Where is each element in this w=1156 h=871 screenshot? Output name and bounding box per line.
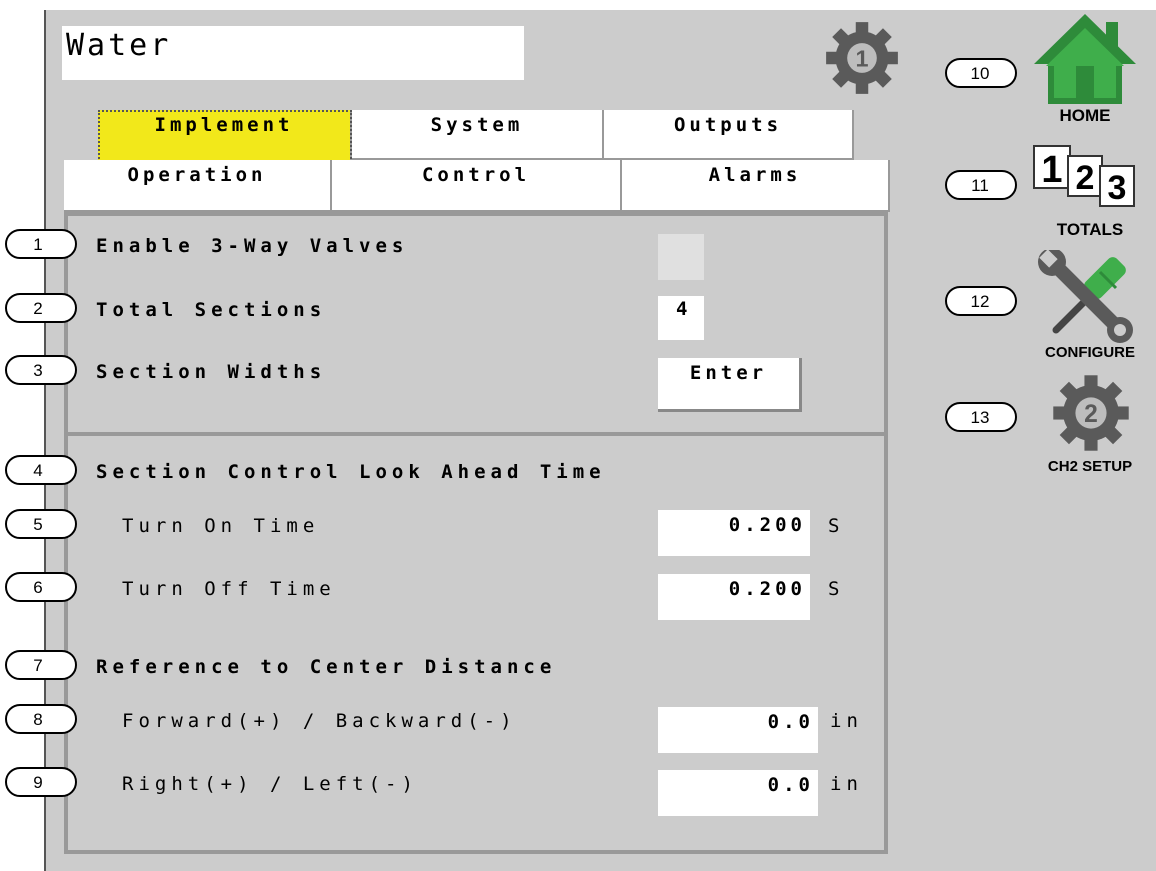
svg-text:1: 1 (1041, 149, 1062, 191)
svg-text:9: 9 (33, 773, 42, 792)
page-title: Water (62, 26, 524, 80)
total-sections-field[interactable]: 4 (658, 296, 704, 340)
channel-2-gear-icon: 2 (1053, 375, 1129, 451)
tab-outputs-label: Outputs (673, 114, 783, 136)
tab-operation-label: Operation (127, 164, 267, 186)
right-left-label: Right(+) / Left(-) (122, 773, 418, 795)
right-left-unit: in (830, 773, 863, 795)
enable-3way-checkbox[interactable] (658, 234, 704, 280)
callout-13: 13 (945, 402, 1017, 432)
section-widths-label: Section Widths (96, 361, 327, 383)
svg-text:10: 10 (971, 64, 990, 83)
callout-4: 4 (5, 455, 77, 485)
turn-on-time-field[interactable]: 0.200 (658, 510, 810, 556)
svg-text:12: 12 (971, 292, 990, 311)
tab-control[interactable]: Control (332, 160, 622, 212)
tab-operation[interactable]: Operation (64, 160, 332, 212)
svg-text:5: 5 (33, 515, 42, 534)
svg-text:3: 3 (33, 361, 42, 380)
tab-implement[interactable]: Implement (98, 110, 352, 162)
callout-3: 3 (5, 355, 77, 385)
svg-text:13: 13 (971, 408, 990, 427)
tab-control-label: Control (421, 164, 531, 186)
totals-123-icon: 1 2 3 (1033, 145, 1135, 207)
tab-outputs[interactable]: Outputs (604, 110, 854, 160)
turn-off-time-field[interactable]: 0.200 (658, 574, 810, 620)
turn-on-time-value: 0.200 (728, 514, 806, 536)
callout-12: 12 (945, 286, 1017, 316)
callout-8: 8 (5, 704, 77, 734)
total-sections-value: 4 (676, 298, 692, 320)
look-ahead-heading: Section Control Look Ahead Time (96, 461, 606, 483)
section-widths-enter-button[interactable]: Enter (658, 358, 802, 412)
configure-button[interactable]: CONFIGURE (1030, 250, 1150, 366)
turn-on-time-unit: S (828, 515, 845, 537)
home-label: HOME (1059, 106, 1111, 125)
tab-system[interactable]: System (352, 110, 604, 160)
configure-label: CONFIGURE (1045, 344, 1135, 361)
tab-alarms-label: Alarms (708, 164, 802, 186)
callout-6: 6 (5, 572, 77, 602)
totals-label: TOTALS (1056, 220, 1124, 239)
svg-text:3: 3 (1108, 169, 1127, 207)
forward-backward-unit: in (830, 710, 863, 732)
svg-text:7: 7 (33, 656, 42, 675)
svg-text:4: 4 (33, 461, 42, 480)
svg-text:8: 8 (33, 710, 42, 729)
svg-text:2: 2 (1076, 159, 1095, 197)
tab-implement-label: Implement (154, 114, 294, 136)
channel-1-number: 1 (855, 46, 868, 72)
tab-system-label: System (430, 114, 524, 136)
svg-text:2: 2 (1084, 401, 1098, 428)
ch2-setup-label: CH2 SETUP (1047, 458, 1133, 475)
turn-off-time-label: Turn Off Time (122, 578, 336, 600)
callout-9: 9 (5, 767, 77, 797)
home-button[interactable]: HOME (1030, 8, 1140, 132)
enable-3way-label: Enable 3-Way Valves (96, 235, 409, 257)
turn-on-time-label: Turn On Time (122, 515, 320, 537)
tab-alarms[interactable]: Alarms (622, 160, 890, 212)
right-left-field[interactable]: 0.0 (658, 770, 818, 816)
callout-2: 2 (5, 293, 77, 323)
right-left-value: 0.0 (767, 774, 814, 796)
svg-text:2: 2 (33, 299, 42, 318)
forward-backward-field[interactable]: 0.0 (658, 707, 818, 753)
forward-backward-value: 0.0 (767, 711, 814, 733)
wrench-screwdriver-icon (1038, 250, 1133, 343)
enter-button-label: Enter (689, 362, 768, 384)
total-sections-label: Total Sections (96, 299, 327, 321)
callout-5: 5 (5, 509, 77, 539)
callout-10: 10 (945, 58, 1017, 88)
turn-off-time-value: 0.200 (728, 578, 806, 600)
callout-1: 1 (5, 229, 77, 259)
screen-left-border (44, 10, 46, 871)
turn-off-time-unit: S (828, 578, 845, 600)
home-icon (1034, 14, 1136, 104)
svg-text:6: 6 (33, 578, 42, 597)
forward-backward-label: Forward(+) / Backward(-) (122, 710, 517, 732)
svg-text:1: 1 (33, 235, 42, 254)
callout-7: 7 (5, 650, 77, 680)
channel-1-gear-icon[interactable]: 1 (823, 19, 901, 97)
callout-11: 11 (945, 170, 1017, 200)
totals-button[interactable]: 1 2 3 TOTALS (1030, 144, 1150, 244)
reference-distance-heading: Reference to Center Distance (96, 656, 557, 678)
svg-text:11: 11 (971, 176, 989, 195)
ch2-setup-button[interactable]: 2 CH2 SETUP (1030, 372, 1150, 484)
